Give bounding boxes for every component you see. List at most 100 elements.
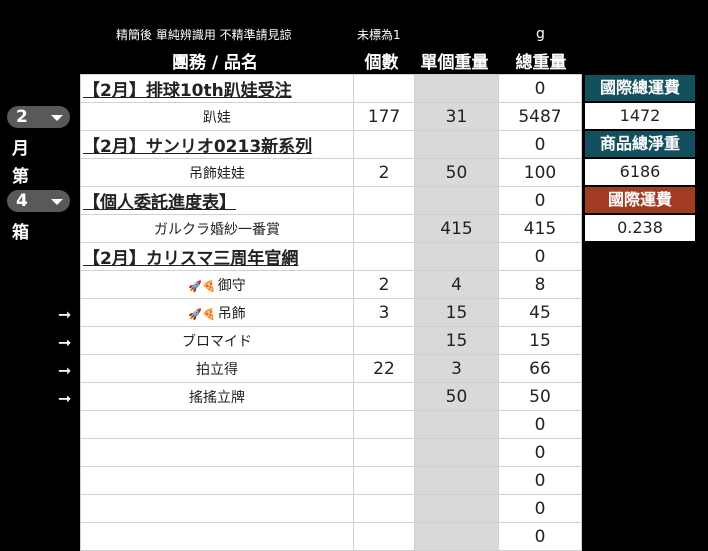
group-title-cell[interactable]: 【2月】排球10th趴娃受注 (80, 74, 354, 103)
month-dropdown-value: 2 (16, 107, 28, 127)
item-name-cell[interactable]: ガルクラ婚紗一番賞 (80, 214, 354, 243)
unit-weight-cell[interactable] (414, 466, 499, 495)
total-weight-cell[interactable]: 0 (498, 438, 582, 467)
note-unit: g (536, 26, 545, 42)
qty-cell[interactable] (353, 494, 415, 523)
unit-weight-cell[interactable]: 31 (414, 102, 499, 131)
qty-cell[interactable]: 22 (353, 354, 415, 383)
total-weight-cell[interactable]: 0 (498, 466, 582, 495)
total-weight-cell[interactable]: 0 (498, 186, 582, 215)
unit-weight-cell[interactable] (414, 410, 499, 439)
items-table: 【2月】排球10th趴娃受注 0 趴娃 177 31 5487 【2月】サンリオ0213新系… (80, 74, 582, 551)
qty-cell[interactable] (353, 382, 415, 411)
item-name-cell[interactable]: 🚀🍕 吊飾 (80, 298, 354, 327)
unit-weight-cell[interactable] (414, 494, 499, 523)
header-name: 團務 / 品名 (171, 53, 259, 73)
qty-cell[interactable]: 2 (353, 270, 415, 299)
qty-cell[interactable] (353, 438, 415, 467)
item-name-cell[interactable] (80, 466, 354, 495)
header-qty: 個數 (364, 53, 399, 73)
arrow-right-icon: ➞ (58, 389, 72, 408)
unit-weight-cell[interactable] (414, 522, 499, 551)
net-weight-label: 商品總淨重 (585, 131, 695, 157)
table-row: 趴娃 177 31 5487 (80, 102, 582, 131)
ordinal-label: 第 (12, 167, 29, 187)
unit-weight-cell[interactable] (414, 186, 499, 215)
qty-cell[interactable] (353, 326, 415, 355)
group-title-cell[interactable]: 【個人委託進度表】 (80, 186, 354, 215)
item-name-cell[interactable]: ブロマイド (80, 326, 354, 355)
table-row: 0 (80, 522, 582, 551)
total-weight-cell[interactable]: 0 (498, 242, 582, 271)
total-weight-cell[interactable]: 415 (498, 214, 582, 243)
total-weight-cell[interactable]: 45 (498, 298, 582, 327)
item-name: 御守 (217, 277, 246, 294)
total-weight-cell[interactable]: 0 (498, 130, 582, 159)
qty-cell[interactable] (353, 466, 415, 495)
item-name-cell[interactable]: 拍立得 (80, 354, 354, 383)
qty-cell[interactable] (353, 214, 415, 243)
unit-weight-cell[interactable] (414, 130, 499, 159)
intl-total-shipping-value[interactable]: 1472 (585, 103, 695, 129)
intl-shipping-value[interactable]: 0.238 (585, 215, 695, 241)
qty-cell[interactable] (353, 130, 415, 159)
table-row: 0 (80, 410, 582, 439)
qty-cell[interactable] (353, 74, 415, 103)
item-name: 趴娃 (203, 109, 231, 126)
total-weight-cell[interactable]: 50 (498, 382, 582, 411)
unit-weight-cell[interactable] (414, 438, 499, 467)
table-row: 【2月】カリスマ三周年官網 0 (80, 242, 582, 271)
group-title-cell[interactable]: 【2月】サンリオ0213新系列 (80, 130, 354, 159)
unit-weight-cell[interactable]: 15 (414, 326, 499, 355)
table-row: 拍立得 22 3 66 (80, 354, 582, 383)
table-row: ブロマイド 15 15 (80, 326, 582, 355)
total-weight-cell[interactable]: 15 (498, 326, 582, 355)
chevron-down-icon (51, 115, 63, 121)
qty-cell[interactable] (353, 522, 415, 551)
item-name-cell[interactable]: 🚀🍕 御守 (80, 270, 354, 299)
total-weight-cell[interactable]: 100 (498, 158, 582, 187)
item-name-cell[interactable]: 吊飾娃娃 (80, 158, 354, 187)
group-title-cell[interactable]: 【2月】カリスマ三周年官網 (80, 242, 354, 271)
total-weight-cell[interactable]: 0 (498, 522, 582, 551)
chevron-down-icon (51, 199, 63, 205)
unit-weight-cell[interactable] (414, 74, 499, 103)
arrow-right-icon: ➞ (58, 305, 72, 324)
item-name-cell[interactable] (80, 438, 354, 467)
table-row: 🚀🍕 御守 2 4 8 (80, 270, 582, 299)
header-total-weight: 總重量 (515, 53, 567, 73)
item-name: 【2月】カリスマ三周年官網 (83, 249, 299, 269)
box-dropdown[interactable]: 4 (7, 190, 70, 212)
qty-cell[interactable] (353, 186, 415, 215)
unit-weight-cell[interactable]: 50 (414, 382, 499, 411)
qty-cell[interactable]: 2 (353, 158, 415, 187)
item-name: 吊飾娃娃 (189, 165, 245, 182)
unit-weight-cell[interactable]: 15 (414, 298, 499, 327)
total-weight-cell[interactable]: 0 (498, 74, 582, 103)
total-weight-cell[interactable]: 66 (498, 354, 582, 383)
qty-cell[interactable] (353, 242, 415, 271)
unit-weight-cell[interactable]: 50 (414, 158, 499, 187)
total-weight-cell[interactable]: 0 (498, 494, 582, 523)
item-name-cell[interactable] (80, 410, 354, 439)
box-label: 箱 (12, 223, 29, 243)
arrow-right-icon: ➞ (58, 333, 72, 352)
unit-weight-cell[interactable]: 3 (414, 354, 499, 383)
unit-weight-cell[interactable]: 4 (414, 270, 499, 299)
total-weight-cell[interactable]: 5487 (498, 102, 582, 131)
qty-cell[interactable]: 177 (353, 102, 415, 131)
qty-cell[interactable]: 3 (353, 298, 415, 327)
total-weight-cell[interactable]: 8 (498, 270, 582, 299)
month-dropdown[interactable]: 2 (7, 106, 70, 128)
item-name: ガルクラ婚紗一番賞 (154, 221, 280, 238)
net-weight-value[interactable]: 6186 (585, 159, 695, 185)
item-name-cell[interactable]: 搖搖立牌 (80, 382, 354, 411)
total-weight-cell[interactable]: 0 (498, 410, 582, 439)
item-name-cell[interactable] (80, 494, 354, 523)
unit-weight-cell[interactable]: 415 (414, 214, 499, 243)
qty-cell[interactable] (353, 410, 415, 439)
item-name-cell[interactable]: 趴娃 (80, 102, 354, 131)
intl-total-shipping-label: 國際總運費 (585, 75, 695, 101)
unit-weight-cell[interactable] (414, 242, 499, 271)
item-name-cell[interactable] (80, 522, 354, 551)
